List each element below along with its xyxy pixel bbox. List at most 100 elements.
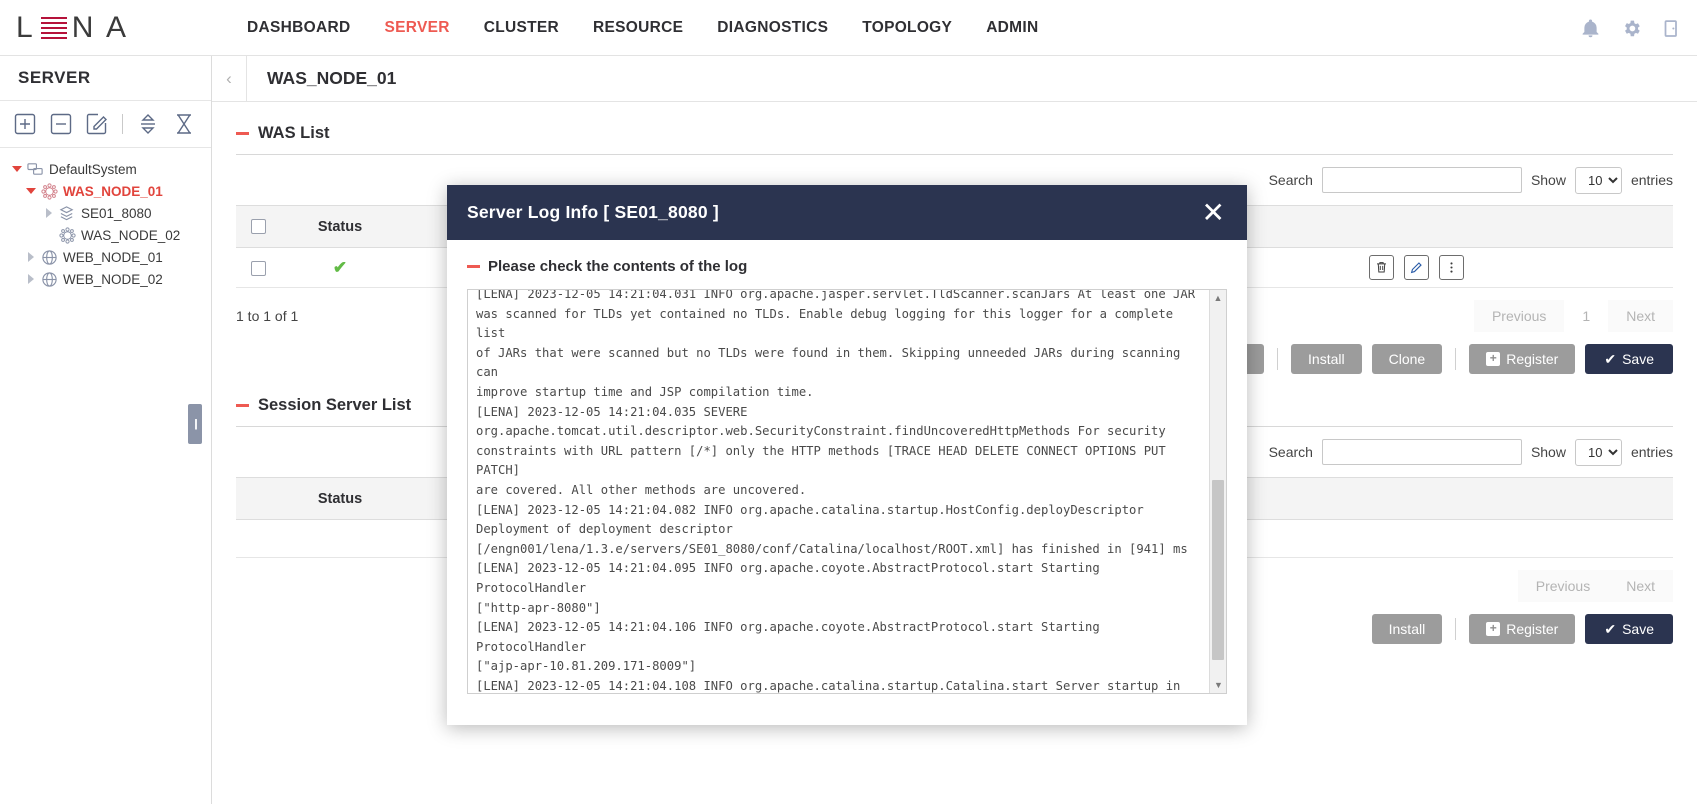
system-icon — [27, 161, 44, 178]
scroll-up-icon[interactable]: ▲ — [1210, 290, 1226, 306]
pagination-next[interactable]: Next — [1608, 570, 1673, 602]
logo-text-right: N A — [72, 11, 129, 45]
nav-item-server[interactable]: SERVER — [384, 19, 449, 37]
status-ok-icon: ✔ — [333, 258, 347, 277]
tree-label: WEB_NODE_01 — [63, 250, 163, 265]
dialog-subtitle: Please check the contents of the log — [488, 258, 747, 275]
tree-item-se01-8080[interactable]: SE01_8080 — [8, 202, 211, 224]
check-icon: ✔ — [1604, 621, 1616, 638]
more-options-icon[interactable] — [1439, 255, 1464, 280]
dialog-header: Server Log Info [ SE01_8080 ] ✕ — [447, 185, 1247, 240]
tree-item-was-node-02[interactable]: WAS_NODE_02 — [8, 224, 211, 246]
sidebar: SERVER — [0, 56, 212, 804]
tree-item-web-node-01[interactable]: WEB_NODE_01 — [8, 246, 211, 268]
chevron-right-icon[interactable] — [26, 252, 36, 262]
section-dash-icon — [236, 404, 249, 407]
logout-icon[interactable] — [1662, 18, 1683, 39]
nav-item-admin[interactable]: ADMIN — [986, 19, 1038, 37]
web-icon — [41, 249, 58, 266]
was-list-title: WAS List — [258, 124, 330, 143]
page-title: WAS_NODE_01 — [247, 68, 396, 89]
pagination-previous[interactable]: Previous — [1474, 300, 1564, 332]
nav-item-cluster[interactable]: CLUSTER — [484, 19, 559, 37]
nav-item-topology[interactable]: TOPOLOGY — [862, 19, 952, 37]
sidebar-toolbar — [0, 100, 211, 148]
close-icon[interactable]: ✕ — [1198, 203, 1229, 223]
save-button-label: Save — [1622, 351, 1654, 367]
col-status-label: Status — [318, 491, 362, 507]
search-input[interactable] — [1322, 167, 1522, 193]
toolbar-divider — [122, 114, 123, 134]
page-size-select[interactable]: 10 — [1575, 167, 1622, 194]
add-icon[interactable] — [14, 113, 36, 135]
chevron-down-icon[interactable] — [12, 164, 22, 174]
check-icon: ✔ — [1604, 351, 1616, 368]
chevron-down-icon[interactable] — [26, 186, 36, 196]
register-button[interactable]: + Register — [1469, 614, 1575, 644]
button-divider — [1455, 618, 1456, 640]
entries-label: entries — [1631, 444, 1673, 460]
back-icon[interactable]: ‹ — [212, 69, 246, 89]
header-actions — [1580, 0, 1683, 56]
row-select-cell — [236, 248, 280, 288]
install-button[interactable]: Install — [1291, 344, 1362, 374]
tree-item-web-node-02[interactable]: WEB_NODE_02 — [8, 268, 211, 290]
server-log-info-dialog: Server Log Info [ SE01_8080 ] ✕ Please c… — [447, 185, 1247, 725]
pagination-previous[interactable]: Previous — [1518, 570, 1608, 602]
install-button[interactable]: Install — [1372, 614, 1443, 644]
pagination-page-1[interactable]: 1 — [1564, 300, 1608, 332]
scroll-down-icon[interactable]: ▼ — [1210, 677, 1227, 693]
app-logo[interactable]: L N A — [0, 0, 212, 56]
edit-icon[interactable] — [86, 113, 108, 135]
pagination: Previous 1 Next — [1474, 300, 1673, 332]
server-tree: DefaultSystem WAS_NODE_01 — [0, 148, 211, 290]
search-input[interactable] — [1322, 439, 1522, 465]
select-all-header — [236, 478, 280, 520]
expand-collapse-icon[interactable] — [137, 113, 159, 135]
node-icon — [59, 227, 76, 244]
save-button[interactable]: ✔ Save — [1585, 614, 1673, 644]
chevron-right-icon[interactable] — [26, 274, 36, 284]
log-viewer[interactable]: [LENA] 2023-12-05 14:21:04.031 INFO org.… — [467, 289, 1227, 694]
search-label: Search — [1269, 444, 1313, 460]
button-divider — [1277, 348, 1278, 370]
bell-icon[interactable] — [1580, 18, 1601, 39]
register-button[interactable]: + Register — [1469, 344, 1575, 374]
remove-icon[interactable] — [50, 113, 72, 135]
edit-icon[interactable] — [1404, 255, 1429, 280]
nav-item-dashboard[interactable]: DASHBOARD — [247, 19, 350, 37]
gear-icon[interactable] — [1621, 18, 1642, 39]
delete-icon[interactable] — [1369, 255, 1394, 280]
col-status[interactable]: Status — [280, 478, 400, 520]
select-all-checkbox[interactable] — [251, 219, 266, 234]
nav-item-diagnostics[interactable]: DIAGNOSTICS — [717, 19, 828, 37]
sidebar-collapse-handle[interactable]: || — [188, 404, 202, 444]
page-size-select[interactable]: 10 — [1575, 439, 1622, 466]
plus-icon: + — [1486, 352, 1500, 366]
filter-icon[interactable] — [173, 113, 195, 135]
logo-stripes-icon — [41, 17, 67, 39]
row-checkbox[interactable] — [251, 261, 266, 276]
session-list-title: Session Server List — [258, 396, 411, 415]
log-scrollbar[interactable]: ▲ ▼ — [1209, 290, 1226, 693]
scrollbar-thumb[interactable] — [1212, 480, 1224, 660]
nav-item-resource[interactable]: RESOURCE — [593, 19, 683, 37]
chevron-right-icon[interactable] — [44, 208, 54, 218]
pagination-next[interactable]: Next — [1608, 300, 1673, 332]
dialog-subtitle-row: Please check the contents of the log — [467, 258, 1227, 289]
col-tools — [1180, 478, 1673, 520]
tree-item-defaultsystem[interactable]: DefaultSystem — [8, 158, 211, 180]
tree-label: WAS_NODE_02 — [81, 228, 180, 243]
show-label: Show — [1531, 172, 1566, 188]
register-button-label: Register — [1506, 621, 1558, 637]
entries-label: entries — [1631, 172, 1673, 188]
save-button[interactable]: ✔ Save — [1585, 344, 1673, 374]
tree-item-was-node-01[interactable]: WAS_NODE_01 — [8, 180, 211, 202]
col-status[interactable]: Status — [280, 206, 400, 248]
save-button-label: Save — [1622, 621, 1654, 637]
web-icon — [41, 271, 58, 288]
select-all-header — [236, 206, 280, 248]
clone-button[interactable]: Clone — [1372, 344, 1443, 374]
sidebar-title: SERVER — [0, 56, 211, 100]
section-dash-icon — [467, 265, 480, 268]
